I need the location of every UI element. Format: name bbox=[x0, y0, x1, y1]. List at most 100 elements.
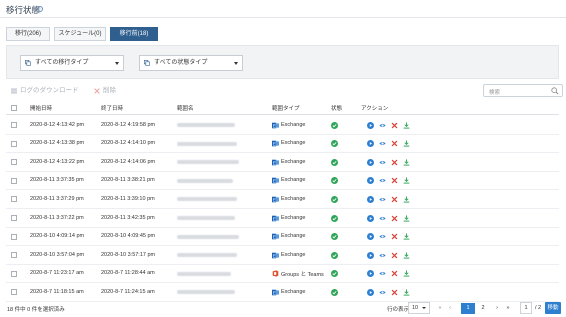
row-checkbox[interactable] bbox=[11, 233, 17, 240]
close-icon bbox=[94, 88, 100, 94]
tab-schedule[interactable]: スケジュール(0) bbox=[54, 27, 106, 41]
status-type-select[interactable]: すべての状態タイプ bbox=[139, 55, 243, 71]
table-row[interactable]: 2020-8-11 3:37:29 pm 2020-8-11 3:39:10 p… bbox=[6, 190, 559, 209]
source-type: Exchange bbox=[281, 195, 306, 202]
exchange-icon: E bbox=[272, 233, 279, 240]
select-all-checkbox[interactable] bbox=[11, 105, 17, 111]
play-icon[interactable] bbox=[367, 121, 374, 129]
eye-icon[interactable] bbox=[379, 215, 386, 222]
row-checkbox[interactable] bbox=[11, 159, 17, 166]
table-row[interactable]: 2020-8-12 4:13:38 pm 2020-8-12 4:14:10 p… bbox=[6, 135, 559, 154]
table-row[interactable]: 2020-8-7 11:18:15 am 2020-8-7 11:24:15 a… bbox=[6, 283, 559, 302]
start-time: 2020-8-11 3:37:35 pm bbox=[30, 177, 84, 184]
eye-icon[interactable] bbox=[379, 289, 386, 296]
column-start[interactable]: 開始日時 bbox=[30, 104, 52, 112]
eye-icon[interactable] bbox=[379, 122, 386, 129]
table-row[interactable]: 2020-8-7 11:23:17 am 2020-8-7 11:28:44 a… bbox=[6, 265, 559, 284]
row-checkbox[interactable] bbox=[11, 289, 17, 296]
cross-icon[interactable] bbox=[391, 196, 398, 203]
search-icon[interactable] bbox=[551, 87, 559, 95]
migration-type-select[interactable]: すべての移行タイプ bbox=[20, 55, 124, 71]
layers-icon bbox=[144, 60, 150, 66]
download-icon[interactable] bbox=[403, 177, 410, 184]
download-icon[interactable] bbox=[403, 121, 410, 129]
row-checkbox[interactable] bbox=[11, 270, 17, 277]
download-log-button[interactable]: ログのダウンロード bbox=[11, 85, 79, 97]
rows-per-page-value: 10 bbox=[412, 305, 419, 311]
tab-migration[interactable]: 移行(206) bbox=[6, 27, 50, 41]
eye-icon[interactable] bbox=[379, 233, 386, 240]
table-row[interactable]: 2020-8-11 3:37:35 pm 2020-8-11 3:38:21 p… bbox=[6, 172, 559, 191]
eye-icon[interactable] bbox=[379, 159, 386, 166]
play-icon[interactable] bbox=[367, 251, 374, 259]
column-end[interactable]: 終了日時 bbox=[101, 104, 123, 112]
download-icon[interactable] bbox=[403, 233, 410, 240]
column-source[interactable]: 範囲名 bbox=[177, 104, 194, 112]
end-time: 2020-8-11 3:38:21 pm bbox=[101, 177, 155, 184]
eye-icon[interactable] bbox=[379, 196, 386, 203]
page-number-input[interactable]: 1 bbox=[520, 302, 532, 314]
row-checkbox[interactable] bbox=[11, 140, 17, 147]
download-icon[interactable] bbox=[403, 289, 410, 296]
cross-icon[interactable] bbox=[391, 270, 398, 277]
redacted-source-name bbox=[177, 123, 235, 127]
cross-icon[interactable] bbox=[391, 122, 398, 129]
table-row[interactable]: 2020-8-10 4:09:14 pm 2020-8-10 4:09:45 p… bbox=[6, 228, 559, 247]
row-checkbox[interactable] bbox=[11, 177, 17, 184]
eye-icon[interactable] bbox=[379, 140, 386, 147]
tab-pre-migration[interactable]: 移行前(18) bbox=[110, 27, 158, 41]
download-icon[interactable] bbox=[403, 196, 410, 203]
download-icon[interactable] bbox=[403, 140, 410, 147]
play-icon[interactable] bbox=[367, 140, 374, 148]
download-icon[interactable] bbox=[403, 252, 410, 259]
table-row[interactable]: 2020-8-12 4:13:22 pm 2020-8-12 4:14:06 p… bbox=[6, 153, 559, 172]
rows-per-page-select[interactable]: 10 bbox=[408, 302, 430, 314]
search-input[interactable]: 検索 bbox=[483, 84, 563, 97]
go-button[interactable]: 移動 bbox=[545, 302, 561, 314]
row-checkbox[interactable] bbox=[11, 252, 17, 259]
first-page-icon[interactable]: « bbox=[436, 303, 444, 314]
last-page-icon[interactable]: » bbox=[504, 303, 512, 314]
delete-button[interactable]: 削除 bbox=[94, 85, 116, 97]
eye-icon[interactable] bbox=[379, 252, 386, 259]
source-type: Exchange bbox=[281, 140, 306, 147]
info-icon[interactable]: i bbox=[37, 6, 43, 12]
row-checkbox[interactable] bbox=[11, 215, 17, 221]
column-status[interactable]: 状態 bbox=[331, 104, 342, 112]
play-icon[interactable] bbox=[367, 214, 374, 222]
end-time: 2020-8-7 11:28:44 am bbox=[101, 270, 155, 277]
cross-icon[interactable] bbox=[391, 177, 398, 184]
play-icon[interactable] bbox=[367, 270, 374, 278]
check-circle-icon bbox=[331, 270, 338, 278]
cross-icon[interactable] bbox=[391, 159, 398, 166]
table-row[interactable]: 2020-8-10 3:57:04 pm 2020-8-10 3:57:17 p… bbox=[6, 246, 559, 265]
cross-icon[interactable] bbox=[391, 289, 398, 296]
play-icon[interactable] bbox=[367, 177, 374, 185]
next-page-icon[interactable]: › bbox=[493, 303, 501, 314]
eye-icon[interactable] bbox=[379, 270, 386, 277]
table-row[interactable]: 2020-8-11 3:37:22 pm 2020-8-11 3:42:35 p… bbox=[6, 209, 559, 228]
play-icon[interactable] bbox=[367, 195, 374, 203]
play-icon[interactable] bbox=[367, 288, 374, 296]
eye-icon[interactable] bbox=[379, 177, 386, 184]
prev-page-icon[interactable]: ‹ bbox=[446, 303, 454, 314]
cross-icon[interactable] bbox=[391, 215, 398, 222]
svg-text:E: E bbox=[273, 141, 276, 146]
download-icon[interactable] bbox=[403, 270, 410, 277]
download-icon[interactable] bbox=[403, 159, 410, 166]
redacted-source-name bbox=[177, 234, 239, 239]
play-icon[interactable] bbox=[367, 233, 374, 241]
page-2-button[interactable]: 2 bbox=[477, 303, 489, 314]
column-type[interactable]: 範囲タイプ bbox=[272, 104, 300, 112]
end-time: 2020-8-12 4:14:06 pm bbox=[101, 158, 156, 165]
page-total: / 2 bbox=[535, 305, 542, 311]
cross-icon[interactable] bbox=[391, 252, 398, 259]
cross-icon[interactable] bbox=[391, 233, 398, 240]
table-row[interactable]: 2020-8-12 4:13:42 pm 2020-8-12 4:19:58 p… bbox=[6, 116, 559, 135]
cross-icon[interactable] bbox=[391, 140, 398, 147]
row-checkbox[interactable] bbox=[11, 122, 17, 128]
page-1-button[interactable]: 1 bbox=[461, 303, 475, 314]
download-icon[interactable] bbox=[403, 214, 410, 222]
play-icon[interactable] bbox=[367, 158, 374, 166]
row-checkbox[interactable] bbox=[11, 196, 17, 203]
